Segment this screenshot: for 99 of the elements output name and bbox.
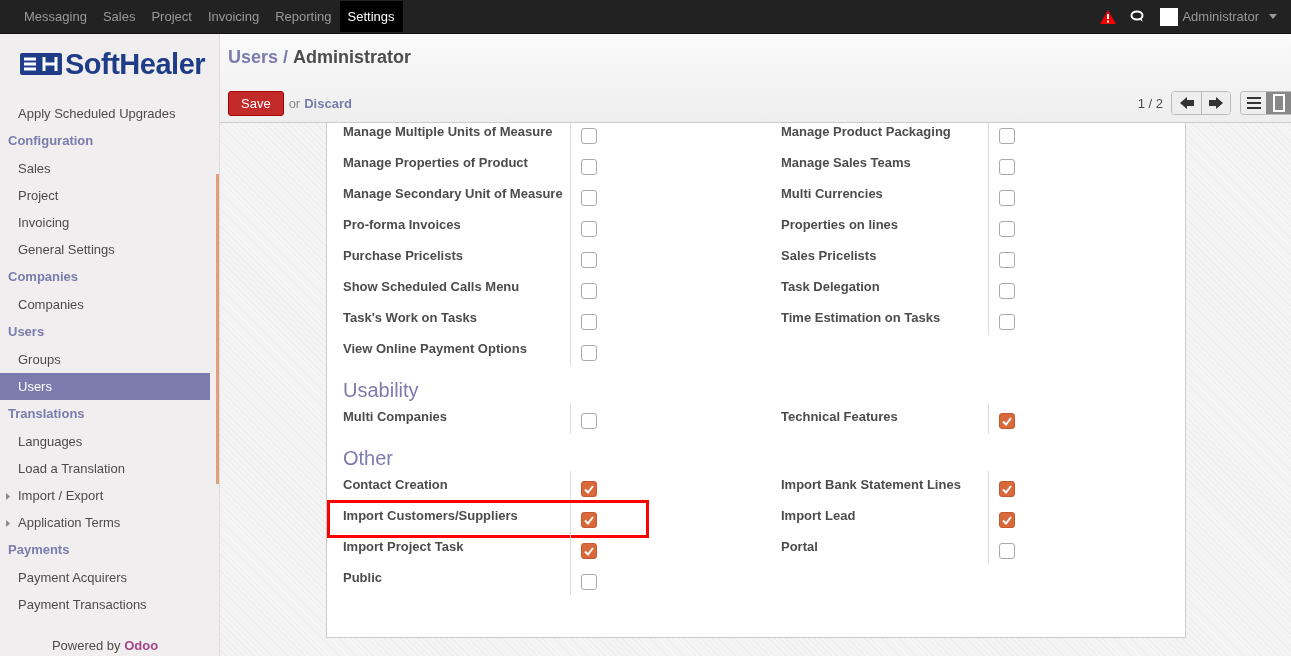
field-label: Task's Work on Tasks <box>343 309 478 327</box>
checkbox[interactable] <box>998 283 1015 299</box>
sidebar-item[interactable]: Application Terms <box>0 509 210 536</box>
sidebar-item[interactable]: Languages <box>0 428 210 455</box>
field-label: Multi Currencies <box>781 185 884 203</box>
checkbox[interactable] <box>998 543 1015 559</box>
right-arrow-icon <box>1209 97 1223 109</box>
menu-item[interactable]: Settings <box>339 1 403 32</box>
next-button[interactable] <box>1201 92 1230 114</box>
field-label: Task Delegation <box>781 278 881 296</box>
checkbox[interactable] <box>581 159 597 175</box>
sidebar-item[interactable]: Sales <box>0 155 210 182</box>
checkbox[interactable] <box>998 190 1015 206</box>
previous-button[interactable] <box>1172 92 1201 114</box>
sidebar-item[interactable]: Project <box>0 182 210 209</box>
footer-link[interactable]: Odoo <box>124 638 159 653</box>
field-label: Sales Pricelists <box>781 247 878 265</box>
checkbox[interactable] <box>581 512 597 528</box>
sidebar-item[interactable]: Invoicing <box>0 209 210 236</box>
left-arrow-icon <box>1179 97 1194 109</box>
field-label: Import Bank Statement Lines <box>781 476 962 494</box>
menu-item[interactable]: Messaging <box>16 0 95 33</box>
sidebar-section-header: Companies <box>7 268 80 286</box>
field-label: Multi Companies <box>343 408 448 426</box>
expand-arrow-icon[interactable] <box>6 493 10 500</box>
checkbox[interactable] <box>581 252 597 268</box>
checkbox[interactable] <box>998 221 1015 237</box>
sidebar-section-header: Translations <box>7 405 86 423</box>
sidebar-section-header: Payments <box>7 541 71 559</box>
checkbox[interactable] <box>581 221 597 237</box>
section-title: Usability <box>343 378 420 403</box>
checkbox[interactable] <box>581 413 597 429</box>
sidebar-item[interactable]: Apply Scheduled Upgrades <box>0 100 210 127</box>
field-label: Public <box>343 569 383 587</box>
field-label: Import Project Task <box>343 538 465 556</box>
caret-icon[interactable] <box>1269 14 1277 19</box>
field-label: Manage Properties of Product <box>343 154 529 172</box>
avatar <box>1160 7 1179 26</box>
field-label: Time Estimation on Tasks <box>781 309 942 327</box>
field-label: Import Lead <box>781 507 857 525</box>
warning-icon[interactable] <box>1100 9 1117 24</box>
save-button[interactable]: Save <box>228 90 284 116</box>
field-label: Contact Creation <box>343 476 449 494</box>
checkbox[interactable] <box>581 128 597 144</box>
checkbox[interactable] <box>998 512 1015 528</box>
field-label: Import Customers/Suppliers <box>343 507 519 525</box>
checkbox[interactable] <box>581 345 597 361</box>
menu-item[interactable]: Project <box>143 0 200 33</box>
user-menu[interactable]: Administrator <box>1182 9 1259 24</box>
sidebar-item[interactable]: Payment Transactions <box>0 591 210 618</box>
sidebar-item[interactable]: Import / Export <box>0 482 210 509</box>
field-label: Purchase Pricelists <box>343 247 464 265</box>
expand-arrow-icon[interactable] <box>6 520 10 527</box>
menu-item[interactable]: Reporting <box>267 0 340 33</box>
sidebar-item[interactable]: General Settings <box>0 236 210 263</box>
discard-link[interactable]: Discard <box>304 95 352 111</box>
menu-item[interactable]: Invoicing <box>199 0 268 33</box>
sidebar-section-header: Configuration <box>7 132 95 150</box>
sidebar-section-header: Users <box>7 323 46 341</box>
checkbox[interactable] <box>998 128 1015 144</box>
pager-text: 1 / 2 <box>1137 95 1163 111</box>
list-view-button[interactable] <box>1241 92 1266 114</box>
field-label: Properties on lines <box>781 216 900 234</box>
checkbox[interactable] <box>581 574 597 590</box>
sidebar-item[interactable]: Payment Acquirers <box>0 564 210 591</box>
checkbox[interactable] <box>998 252 1015 268</box>
page-title: Administrator <box>293 47 412 67</box>
form-icon <box>1272 94 1285 112</box>
sidebar-item[interactable]: Users <box>0 373 210 400</box>
sidebar-item[interactable]: Companies <box>0 291 210 318</box>
checkbox[interactable] <box>581 481 597 497</box>
checkbox[interactable] <box>581 190 597 206</box>
sidebar-item[interactable]: Groups <box>0 346 210 373</box>
sidebar-item[interactable]: Load a Translation <box>0 455 210 482</box>
checkbox[interactable] <box>998 413 1015 429</box>
section-title: Other <box>343 446 395 471</box>
field-label: Manage Multiple Units of Measure <box>343 123 554 141</box>
breadcrumb-link[interactable]: Users <box>228 47 279 67</box>
field-label: Manage Sales Teams <box>781 154 912 172</box>
footer-text: Powered by <box>51 638 121 653</box>
field-label: Manage Secondary Unit of Measure <box>343 185 564 203</box>
checkbox[interactable] <box>581 314 597 330</box>
field-label: Pro-forma Invoices <box>343 216 462 234</box>
checkbox[interactable] <box>998 481 1015 497</box>
checkbox[interactable] <box>581 543 597 559</box>
field-label: Portal <box>781 538 819 556</box>
checkbox[interactable] <box>998 159 1015 175</box>
field-label: Technical Features <box>781 408 899 426</box>
breadcrumb-separator: / <box>283 47 289 67</box>
logo-text: SoftHealer <box>65 47 206 81</box>
checkbox[interactable] <box>581 283 597 299</box>
list-icon <box>1246 97 1261 109</box>
checkbox[interactable] <box>998 314 1015 330</box>
field-label: Manage Product Packaging <box>781 123 952 141</box>
or-text: or <box>288 95 301 111</box>
menu-item[interactable]: Sales <box>94 0 144 33</box>
field-label: View Online Payment Options <box>343 340 528 358</box>
logo-mark-icon <box>20 53 62 75</box>
field-label: Show Scheduled Calls Menu <box>343 278 521 296</box>
